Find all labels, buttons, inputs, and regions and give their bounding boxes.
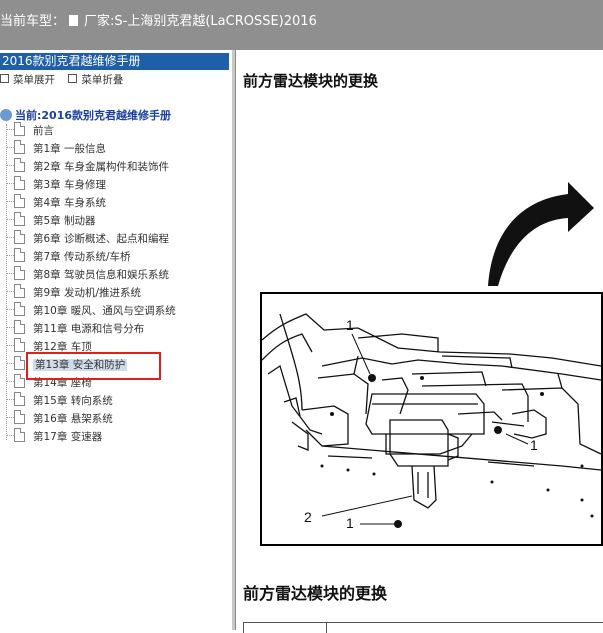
sidebar-item-label: 前言 bbox=[33, 125, 54, 137]
callout-1-top: 1 bbox=[346, 317, 354, 333]
collapse-icon bbox=[68, 74, 78, 83]
sidebar-item-1[interactable]: 第1章 一般信息 bbox=[6, 140, 106, 158]
sidebar-item-6[interactable]: 第6章 诊断概述、起点和编程 bbox=[6, 230, 169, 248]
sidebar-item-17[interactable]: 第17章 变速器 bbox=[6, 428, 102, 446]
tree-connector bbox=[6, 147, 14, 148]
document-icon bbox=[14, 356, 25, 370]
tree-toolbar: 菜单展开 菜单折叠 bbox=[0, 72, 133, 90]
sidebar-item-7[interactable]: 第7章 传动系统/车桥 bbox=[6, 248, 131, 266]
document-icon bbox=[14, 284, 25, 298]
tree-root-label: 当前:2016款别克君越维修手册 bbox=[15, 109, 172, 122]
expand-icon bbox=[0, 74, 9, 83]
tree-connector bbox=[6, 381, 14, 382]
sidebar-item-4[interactable]: 第4章 车身系统 bbox=[6, 194, 106, 212]
tree-connector bbox=[6, 399, 14, 400]
callout-1-bottom: 1 bbox=[346, 515, 354, 531]
sidebar-item-label: 第3章 车身修理 bbox=[33, 179, 107, 191]
model-label: 当前车型： bbox=[0, 14, 66, 29]
document-icon bbox=[14, 374, 25, 388]
sidebar-item-15[interactable]: 第15章 转向系统 bbox=[6, 392, 113, 410]
sidebar-item-9[interactable]: 第9章 发动机/推进系统 bbox=[6, 284, 141, 302]
sidebar-item-label: 第16章 悬架系统 bbox=[33, 413, 113, 425]
sidebar-item-label: 第4章 车身系统 bbox=[33, 197, 107, 209]
sidebar-item-label: 第17章 变速器 bbox=[33, 431, 103, 443]
sidebar-item-label: 第10章 暖风、通风与空调系统 bbox=[33, 305, 176, 317]
document-icon bbox=[14, 320, 25, 334]
manual-title[interactable]: 2016款别克君越维修手册 bbox=[0, 53, 229, 70]
document-icon bbox=[14, 338, 25, 352]
tree-connector bbox=[6, 219, 14, 220]
tree-connector bbox=[6, 363, 14, 364]
expand-label: 菜单展开 bbox=[13, 74, 55, 86]
document-icon bbox=[14, 392, 25, 406]
procedure-table bbox=[243, 622, 603, 633]
tree-connector bbox=[6, 417, 14, 418]
tree-connector bbox=[6, 237, 14, 238]
sidebar-item-label: 第8章 驾驶员信息和娱乐系统 bbox=[33, 269, 170, 281]
sidebar-item-16[interactable]: 第16章 悬架系统 bbox=[6, 410, 113, 428]
sidebar-item-label: 第11章 电源和信号分布 bbox=[33, 323, 145, 335]
tree-connector bbox=[6, 345, 14, 346]
callout-2: 2 bbox=[304, 509, 312, 525]
curved-arrow-icon bbox=[488, 182, 594, 286]
tree-connector bbox=[6, 273, 14, 274]
document-icon bbox=[14, 158, 25, 172]
tree-connector bbox=[6, 201, 14, 202]
table-column-divider bbox=[326, 623, 327, 633]
sidebar-item-label: 第5章 制动器 bbox=[33, 215, 96, 227]
sidebar-item-label: 第7章 传动系统/车桥 bbox=[33, 251, 131, 263]
manual-root-icon bbox=[0, 109, 12, 121]
expand-menu-button[interactable]: 菜单展开 bbox=[0, 72, 55, 87]
current-model: 当前车型： 厂家:S-上海别克君越(LaCROSSE)2016 bbox=[0, 10, 317, 29]
document-icon bbox=[14, 248, 25, 262]
document-icon bbox=[14, 176, 25, 190]
tree-connector bbox=[6, 255, 14, 256]
callout-1-right: 1 bbox=[530, 437, 538, 453]
tree-connector bbox=[6, 309, 14, 310]
selection-highlight-box bbox=[26, 352, 161, 380]
page-title: 前方雷达模块的更换 bbox=[243, 72, 379, 90]
content-pane: 前方雷达模块的更换 1 1 1 2 前方雷达模块的更换 bbox=[236, 50, 603, 633]
sidebar-item-5[interactable]: 第5章 制动器 bbox=[6, 212, 96, 230]
sidebar-item-label: 第6章 诊断概述、起点和编程 bbox=[33, 233, 170, 245]
sidebar-item-2[interactable]: 第2章 车身金属构件和装饰件 bbox=[6, 158, 169, 176]
sidebar-item-10[interactable]: 第10章 暖风、通风与空调系统 bbox=[6, 302, 176, 320]
document-icon bbox=[14, 230, 25, 244]
collapse-label: 菜单折叠 bbox=[81, 74, 124, 86]
tree-connector bbox=[6, 435, 14, 436]
section-heading: 前方雷达模块的更换 bbox=[243, 584, 388, 603]
sidebar-item-label: 第9章 发动机/推进系统 bbox=[33, 287, 142, 299]
tree-connector bbox=[6, 327, 14, 328]
sidebar-item-label: 第2章 车身金属构件和装饰件 bbox=[33, 161, 170, 173]
sidebar-item-11[interactable]: 第11章 电源和信号分布 bbox=[6, 320, 144, 338]
document-icon bbox=[14, 266, 25, 280]
white-marker-icon bbox=[69, 15, 79, 26]
document-icon bbox=[14, 302, 25, 316]
document-icon bbox=[14, 122, 25, 136]
model-value: 厂家:S-上海别克君越(LaCROSSE)2016 bbox=[84, 14, 317, 29]
title-bar: 当前车型： 厂家:S-上海别克君越(LaCROSSE)2016 bbox=[0, 0, 603, 50]
document-icon bbox=[14, 410, 25, 424]
document-icon bbox=[14, 428, 25, 442]
tree-connector bbox=[6, 129, 14, 130]
collapse-menu-button[interactable]: 菜单折叠 bbox=[68, 72, 123, 87]
sidebar-item-label: 第15章 转向系统 bbox=[33, 395, 113, 407]
left-navigation-pane: 2016款别克君越维修手册 菜单展开 菜单折叠 当前:2016款别克君越维修手册… bbox=[0, 50, 232, 630]
tree-connector bbox=[6, 291, 14, 292]
sidebar-item-8[interactable]: 第8章 驾驶员信息和娱乐系统 bbox=[6, 266, 169, 284]
sidebar-item-3[interactable]: 第3章 车身修理 bbox=[6, 176, 106, 194]
document-icon bbox=[14, 140, 25, 154]
document-icon bbox=[14, 194, 25, 208]
sidebar-item-0[interactable]: 前言 bbox=[6, 122, 54, 140]
tree-root[interactable]: 当前:2016款别克君越维修手册 bbox=[0, 107, 171, 123]
tree-connector bbox=[6, 165, 14, 166]
document-icon bbox=[14, 212, 25, 226]
radar-module-illustration: 1 1 1 2 bbox=[262, 313, 601, 531]
sidebar-item-label: 第1章 一般信息 bbox=[33, 143, 107, 155]
tree-connector bbox=[6, 183, 14, 184]
radar-module-diagram: 1 1 1 2 bbox=[260, 292, 603, 546]
